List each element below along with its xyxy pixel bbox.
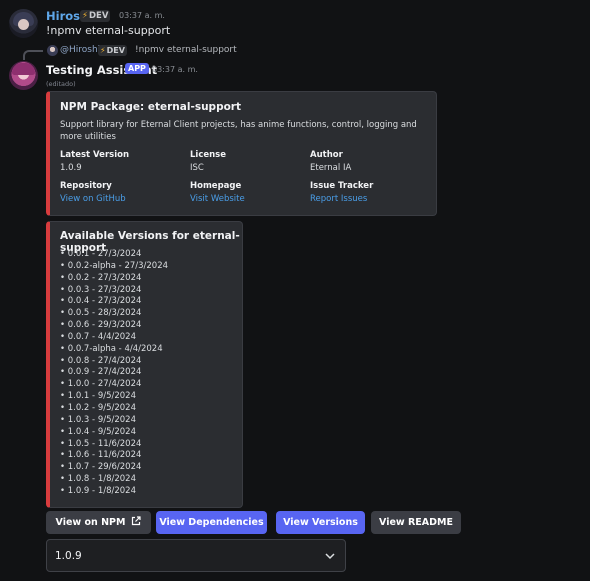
field-latest-version-value: 1.0.9 [60, 163, 82, 173]
homepage-link[interactable]: Visit Website [190, 194, 245, 204]
message-content: !npmv eternal-support [46, 24, 171, 37]
version-select-value: 1.0.9 [55, 550, 82, 562]
list-item: • 0.0.1 - 27/3/2024 [60, 249, 142, 259]
dev-badge: ⚡DEV [80, 10, 111, 22]
edited-label: (editado) [46, 80, 76, 88]
lightning-icon: ⚡ [100, 46, 106, 55]
list-item: • 0.0.4 - 27/3/2024 [60, 296, 142, 307]
bot-avatar[interactable] [9, 61, 38, 90]
app-badge: APP [125, 63, 149, 74]
list-item: • 0.0.2 - 27/3/2024 [60, 272, 142, 283]
list-item: • 1.0.6 - 11/6/2024 [60, 450, 142, 461]
field-license-name: License [190, 150, 227, 160]
chevron-down-icon [325, 553, 335, 560]
repository-link[interactable]: View on GitHub [60, 194, 126, 204]
list-item: • 0.0.6 - 29/3/2024 [60, 320, 142, 331]
list-item: • 1.0.3 - 9/5/2024 [60, 414, 136, 425]
list-item: • 1.0.9 - 1/8/2024 [60, 485, 136, 496]
embed-title: NPM Package: eternal-support [60, 101, 241, 113]
list-item: • 0.0.7-alpha - 4/4/2024 [60, 343, 163, 354]
list-item: • 0.0.8 - 27/4/2024 [60, 355, 142, 366]
discord-chat: Hiroshi ⚡DEV 03:37 a. m. !npmv eternal-s… [0, 0, 590, 581]
message-user-command: Hiroshi ⚡DEV 03:37 a. m. !npmv eternal-s… [0, 0, 590, 44]
lightning-icon: ⚡ [82, 11, 88, 21]
list-item: • 1.0.2 - 9/5/2024 [60, 402, 136, 413]
list-item: • 0.0.9 - 27/4/2024 [60, 367, 142, 378]
npm-package-embed: NPM Package: eternal-support Support lib… [46, 91, 437, 216]
list-item: • 1.0.1 - 9/5/2024 [60, 391, 136, 402]
embed-description: Support library for Eternal Client proje… [60, 120, 417, 142]
list-item: • 0.0.3 - 27/3/2024 [60, 284, 142, 295]
reply-username[interactable]: @Hiroshi [60, 45, 100, 55]
list-item: • 0.0.5 - 28/3/2024 [60, 308, 142, 319]
timestamp: 03:37 a. m. [119, 11, 165, 20]
avatar[interactable] [9, 9, 38, 38]
field-repository-name: Repository [60, 181, 112, 191]
reply-content[interactable]: !npmv eternal-support [135, 45, 237, 55]
versions-list: • 0.0.1 - 27/3/2024 • 0.0.2-alpha - 27/3… [60, 249, 168, 498]
reply-dev-badge-label: DEV [106, 46, 125, 55]
list-item: • 1.0.7 - 29/6/2024 [60, 462, 142, 473]
list-item: • 1.0.0 - 27/4/2024 [60, 379, 142, 390]
view-dependencies-button[interactable]: View Dependencies [156, 511, 267, 534]
view-readme-button[interactable]: View README [371, 511, 461, 534]
versions-embed: Available Versions for eternal-support •… [46, 221, 243, 508]
dev-badge-label: DEV [88, 11, 109, 21]
field-author-name: Author [310, 150, 343, 160]
external-link-icon [132, 516, 142, 526]
view-versions-button[interactable]: View Versions [276, 511, 365, 534]
field-license-value: ISC [190, 163, 204, 173]
version-select[interactable]: 1.0.9 [46, 539, 346, 572]
list-item: • 0.0.7 - 4/4/2024 [60, 331, 136, 342]
field-issue-tracker-name: Issue Tracker [310, 181, 374, 191]
field-author-value: Eternal IA [310, 163, 352, 173]
list-item: • 1.0.8 - 1/8/2024 [60, 474, 136, 485]
list-item: • 1.0.5 - 11/6/2024 [60, 438, 142, 449]
field-latest-version-name: Latest Version [60, 150, 129, 160]
reply-connector [23, 50, 43, 60]
reply-avatar [47, 45, 58, 56]
issue-tracker-link[interactable]: Report Issues [310, 194, 367, 204]
field-homepage-name: Homepage [190, 181, 242, 191]
reply-dev-badge: ⚡DEV [98, 45, 127, 56]
list-item: • 1.0.4 - 9/5/2024 [60, 426, 136, 437]
bot-timestamp: 03:37 a. m. [152, 65, 198, 74]
view-on-npm-label: View on NPM [55, 517, 126, 528]
view-on-npm-button[interactable]: View on NPM [46, 511, 151, 534]
list-item: • 0.0.2-alpha - 27/3/2024 [60, 260, 169, 271]
